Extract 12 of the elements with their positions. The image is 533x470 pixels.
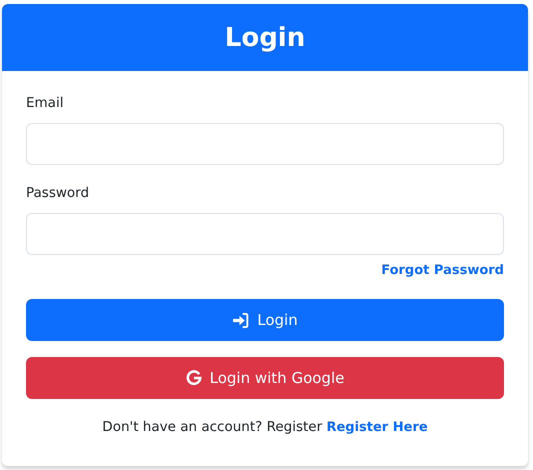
forgot-password-link[interactable]: Forgot Password: [381, 263, 504, 283]
login-button[interactable]: Login: [26, 299, 504, 341]
google-icon: [186, 370, 202, 386]
sign-in-icon: [232, 312, 250, 328]
login-title: Login: [224, 22, 306, 52]
password-field[interactable]: [26, 213, 504, 255]
google-login-button[interactable]: Login with Google: [26, 357, 504, 399]
register-link[interactable]: Register Here: [326, 420, 428, 435]
register-prompt: Don't have an account? Register Register Here: [101, 419, 429, 435]
field-label: Password: [26, 185, 90, 203]
email-field[interactable]: [26, 123, 504, 165]
field-label: Email: [26, 95, 64, 113]
